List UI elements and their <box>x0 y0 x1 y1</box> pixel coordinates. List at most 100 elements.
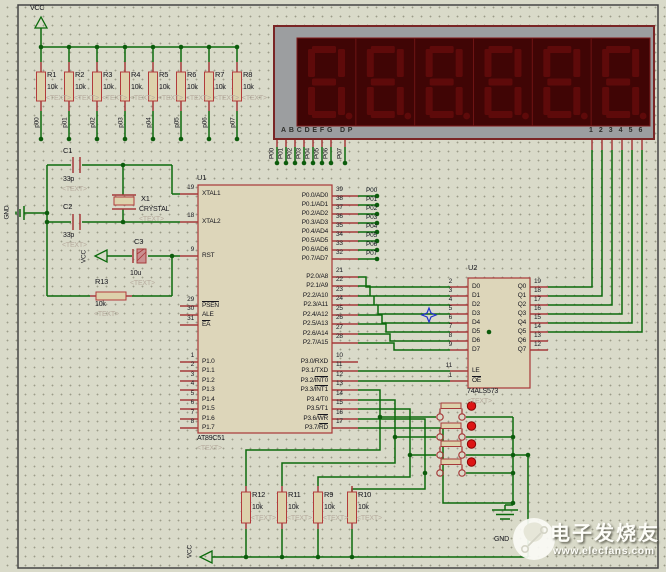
u2-pin-name: Q1 <box>494 292 526 299</box>
net-label: p00 <box>33 112 40 134</box>
u1-pin-name: P1.4 <box>202 396 215 403</box>
r13-text-placeholder: <TEXT> <box>94 311 119 319</box>
u1-pin-name: P2.6/A14 <box>240 330 328 337</box>
u1-pin-name: P3.3/INT1 <box>240 386 328 393</box>
u2-pin-name: LE <box>472 367 480 374</box>
u1-pin-number: 16 <box>336 409 343 416</box>
resistor-value: 10k <box>252 504 263 512</box>
u1-pin-name: RST <box>202 252 214 259</box>
net-label: P02 <box>344 205 377 212</box>
u2-pin-number: 8 <box>426 332 452 339</box>
u2-pin-name: Q2 <box>494 301 526 308</box>
net-label: P04 <box>304 143 311 165</box>
u1-pin-number: 9 <box>168 246 194 253</box>
u1-pin-name: P0.7/AD7 <box>240 255 328 262</box>
resistor-ref: R4 <box>131 71 140 79</box>
u1-pin-name: P3.2/INT0 <box>240 377 328 384</box>
gnd-label-bottom: GND <box>494 536 509 544</box>
u1-pin-name: P3.4/T0 <box>240 396 328 403</box>
u1-pin-name: P2.2/A10 <box>240 292 328 299</box>
net-label: p02 <box>89 112 96 134</box>
resistor-value: 10k <box>288 504 299 512</box>
resistor-text-placeholder: <TEXT> <box>251 515 276 523</box>
resistor-value: 10k <box>324 504 335 512</box>
resistor-text-placeholder: <TEXT> <box>130 95 155 103</box>
resistor-ref: R8 <box>243 71 252 79</box>
net-label: p06 <box>201 112 208 134</box>
u1-pin-number: 37 <box>336 204 343 211</box>
c3-value: 10u <box>130 270 141 278</box>
net-label: p01 <box>61 112 68 134</box>
resistor-value: 10k <box>131 84 142 92</box>
resistor-text-placeholder: <TEXT> <box>242 95 267 103</box>
u1-pin-number: 12 <box>336 371 343 378</box>
net-label: P07 <box>344 250 377 257</box>
resistor-value: 10k <box>47 84 58 92</box>
c2-text-placeholder: <TEXT> <box>62 242 87 250</box>
u1-pin-number: 5 <box>168 390 194 397</box>
u1-pin-number: 11 <box>336 361 342 368</box>
net-label: P00 <box>344 187 377 194</box>
resistor-ref: R1 <box>47 71 56 79</box>
net-label: P05 <box>344 232 377 239</box>
resistor-value: 10k <box>159 84 170 92</box>
c3-text-placeholder: <TEXT> <box>130 280 155 288</box>
u2-pin-name: OE <box>472 377 481 384</box>
u1-pin-number: 1 <box>168 352 194 359</box>
u1-pin-name: P1.0 <box>202 358 215 365</box>
net-label: P04 <box>344 223 377 230</box>
u2-pin-number: 19 <box>534 278 541 285</box>
u1-pin-name: P1.2 <box>202 377 215 384</box>
resistor-text-placeholder: <TEXT> <box>102 95 127 103</box>
u2-pin-name: D7 <box>472 346 480 353</box>
display-digit-labels: 123456 <box>589 127 648 135</box>
x1-text-placeholder: <TEXT> <box>139 216 164 224</box>
u1-pin-number: 23 <box>336 286 343 293</box>
net-label: P07 <box>336 143 343 165</box>
u2-pin-name: Q4 <box>494 319 526 326</box>
u1-pin-number: 22 <box>336 276 343 283</box>
resistor-ref: R6 <box>187 71 196 79</box>
resistor-ref: R11 <box>288 491 301 499</box>
u1-pin-name: P2.3/A11 <box>240 301 328 308</box>
u1-pin-name: P1.3 <box>202 386 215 393</box>
u1-pin-name: P3.7/RD <box>240 424 328 431</box>
u1-pin-number: 27 <box>336 324 343 331</box>
u2-pin-number: 12 <box>534 341 541 348</box>
u1-pin-name: P1.1 <box>202 367 215 374</box>
u1-pin-name: P3.5/T1 <box>240 405 328 412</box>
u2-text-placeholder: <TEXT> <box>467 398 492 406</box>
u1-pin-name: P2.0/A8 <box>240 273 328 280</box>
u2-pin-name: D3 <box>472 310 480 317</box>
u2-pin-name: D5 <box>472 328 480 335</box>
u2-pin-number: 7 <box>426 323 452 330</box>
u2-pin-number: 5 <box>426 305 452 312</box>
net-label: P01 <box>277 143 284 165</box>
u1-pin-number: 24 <box>336 295 343 302</box>
u1-pin-name: P0.5/AD5 <box>240 237 328 244</box>
resistor-ref: R2 <box>75 71 84 79</box>
u1-pin-name: P0.0/AD0 <box>240 192 328 199</box>
u1-pin-number: 15 <box>336 399 343 406</box>
resistor-ref: R7 <box>215 71 224 79</box>
u1-pin-number: 29 <box>168 296 194 303</box>
net-label: p04 <box>145 112 152 134</box>
u2-pin-number: 16 <box>534 305 541 312</box>
u1-pin-number: 21 <box>336 267 343 274</box>
u2-pin-number: 13 <box>534 332 541 339</box>
resistor-text-placeholder: <TEXT> <box>287 515 312 523</box>
u1-pin-name: P0.3/AD3 <box>240 219 328 226</box>
u1-pin-number: 25 <box>336 305 343 312</box>
resistor-ref: R9 <box>324 491 333 499</box>
u2-pin-number: 17 <box>534 296 541 303</box>
u2-pin-name: Q7 <box>494 346 526 353</box>
u1-text-placeholder: <TEXT> <box>197 445 222 453</box>
net-label: P03 <box>344 214 377 221</box>
u1-pin-name: XTAL2 <box>202 218 220 225</box>
x1-value: CRYSTAL <box>139 206 169 214</box>
u2-ref: U2 <box>468 264 477 272</box>
resistor-value: 10k <box>243 84 254 92</box>
u1-pin-name: P1.6 <box>202 415 215 422</box>
u1-pin-number: 4 <box>168 380 194 387</box>
u1-pin-name: P3.6/WR <box>240 415 328 422</box>
